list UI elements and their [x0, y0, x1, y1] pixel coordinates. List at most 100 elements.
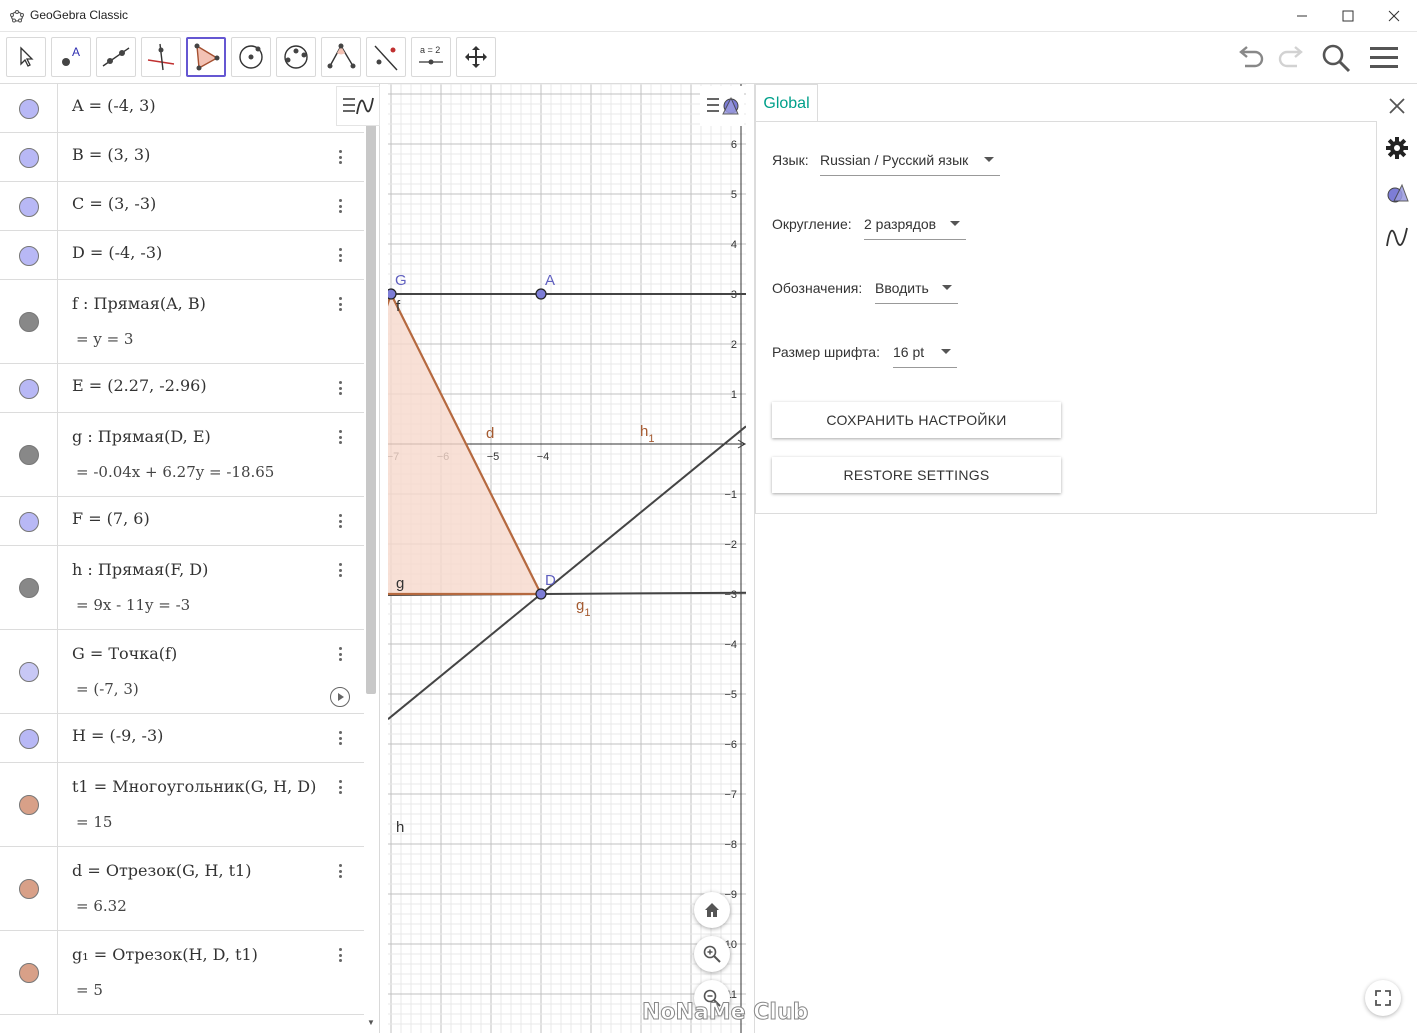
slider-tool[interactable]: a = 2	[411, 37, 451, 77]
language-select[interactable]: Russian / Русский язык	[820, 144, 1000, 176]
visibility-toggle[interactable]	[19, 511, 39, 532]
algebra-row-g1[interactable]: g₁ = Отрезок(H, D, t1) = 5	[0, 931, 364, 1015]
point-tool[interactable]: A	[51, 37, 91, 77]
menu-button[interactable]	[1366, 40, 1402, 76]
close-button[interactable]	[1371, 0, 1417, 32]
save-settings-button[interactable]: СОХРАНИТЬ НАСТРОЙКИ	[772, 402, 1061, 438]
algebra-definition[interactable]: D = (-4, -3)	[72, 243, 162, 262]
algebra-row-h[interactable]: h : Прямая(F, D) = 9x - 11y = -3	[0, 546, 364, 630]
maximize-button[interactable]	[1325, 0, 1371, 32]
visibility-toggle[interactable]	[19, 378, 39, 399]
algebra-row-F[interactable]: F = (7, 6)	[0, 497, 364, 546]
algebra-row-G[interactable]: G = Точка(f) = (-7, 3)	[0, 630, 364, 714]
more-options-icon[interactable]	[333, 644, 347, 664]
visibility-toggle[interactable]	[19, 728, 39, 749]
visibility-toggle[interactable]	[19, 196, 39, 217]
ellipse-tool[interactable]	[276, 37, 316, 77]
undo-button[interactable]	[1234, 40, 1270, 76]
polygon-tool[interactable]	[186, 37, 226, 77]
move-graphics-tool[interactable]	[456, 37, 496, 77]
fullscreen-button[interactable]	[1365, 980, 1401, 1016]
labeling-select[interactable]: Вводить	[875, 272, 958, 304]
algebra-row-C[interactable]: C = (3, -3)	[0, 182, 364, 231]
more-options-icon[interactable]	[333, 245, 347, 265]
rounding-select[interactable]: 2 разрядов	[864, 208, 966, 240]
visibility-toggle[interactable]	[19, 578, 39, 598]
move-tool[interactable]	[6, 37, 46, 77]
more-options-icon[interactable]	[333, 728, 347, 748]
reflect-tool[interactable]	[366, 37, 406, 77]
visibility-toggle[interactable]	[19, 445, 39, 465]
circle-tool[interactable]	[231, 37, 271, 77]
more-options-icon[interactable]	[333, 777, 347, 797]
algebra-definition[interactable]: g : Прямая(D, E)	[72, 427, 211, 446]
algebra-scrollbar[interactable]	[366, 124, 376, 694]
algebra-definition[interactable]: d = Отрезок(G, H, t1)	[72, 861, 251, 880]
algebra-definition[interactable]: h : Прямая(F, D)	[72, 560, 208, 579]
angle-tool[interactable]	[321, 37, 361, 77]
visibility-toggle[interactable]	[19, 147, 39, 168]
play-animation-icon[interactable]	[330, 687, 350, 707]
scroll-down-icon[interactable]: ▼	[367, 1018, 375, 1027]
visibility-toggle[interactable]	[19, 795, 39, 815]
graphics-view[interactable]: −10−9−8−7−6−5−4654321−1−2−3−4−5−6−7−8−91…	[388, 84, 746, 1033]
visibility-toggle[interactable]	[19, 312, 39, 332]
algebra-row-d[interactable]: d = Отрезок(G, H, t1) = 6.32	[0, 847, 364, 931]
algebra-definition[interactable]: G = Точка(f)	[72, 644, 177, 663]
more-options-icon[interactable]	[333, 861, 347, 881]
algebra-row-D[interactable]: D = (-4, -3)	[0, 231, 364, 280]
more-options-icon[interactable]	[333, 378, 347, 398]
visibility-toggle[interactable]	[19, 98, 39, 119]
more-options-icon[interactable]	[333, 294, 347, 314]
chevron-down-icon	[941, 349, 951, 354]
algebra-definition[interactable]: C = (3, -3)	[72, 194, 156, 213]
algebra-row-B[interactable]: B = (3, 3)	[0, 133, 364, 182]
more-options-icon[interactable]	[333, 427, 347, 447]
algebra-definition[interactable]: f : Прямая(A, B)	[72, 294, 206, 313]
algebra-row-g[interactable]: g : Прямая(D, E) = -0.04x + 6.27y = -18.6…	[0, 413, 364, 497]
algebra-row-t1[interactable]: t1 = Многоугольник(G, H, D) = 15	[0, 763, 364, 847]
algebra-definition[interactable]: g₁ = Отрезок(H, D, t1)	[72, 945, 258, 964]
algebra-row-f[interactable]: f : Прямая(A, B) = y = 3	[0, 280, 364, 364]
algebra-settings-button[interactable]	[1385, 224, 1409, 248]
labeling-label: Обозначения:	[772, 280, 863, 296]
more-options-icon[interactable]	[333, 511, 347, 531]
algebra-definition[interactable]: t1 = Многоугольник(G, H, D)	[72, 777, 316, 796]
algebra-row-H[interactable]: H = (-9, -3)	[0, 714, 364, 763]
line-icon	[102, 47, 130, 67]
global-settings-button[interactable]	[1385, 136, 1409, 160]
zoom-in-button[interactable]	[694, 936, 730, 972]
visibility-toggle[interactable]	[19, 662, 39, 682]
algebra-definition[interactable]: H = (-9, -3)	[72, 726, 163, 745]
visibility-toggle[interactable]	[19, 879, 39, 899]
close-settings-button[interactable]	[1385, 94, 1409, 118]
algebra-definition[interactable]: B = (3, 3)	[72, 145, 150, 164]
visibility-toggle[interactable]	[19, 245, 39, 266]
graphics-canvas[interactable]: −10−9−8−7−6−5−4654321−1−2−3−4−5−6−7−8−91…	[388, 84, 746, 1033]
more-options-icon[interactable]	[333, 196, 347, 216]
algebra-definition[interactable]: E = (2.27, -2.96)	[72, 376, 207, 395]
home-button[interactable]	[694, 892, 730, 928]
graphics-settings-button[interactable]	[1385, 181, 1409, 205]
fontsize-select[interactable]: 16 pt	[893, 336, 957, 368]
algebra-definition[interactable]: F = (7, 6)	[72, 509, 150, 528]
more-options-icon[interactable]	[333, 560, 347, 580]
restore-settings-button[interactable]: RESTORE SETTINGS	[772, 457, 1061, 493]
minimize-button[interactable]	[1279, 0, 1325, 32]
undo-icon	[1239, 46, 1264, 68]
algebra-definition[interactable]: A = (-4, 3)	[72, 96, 156, 115]
more-options-icon[interactable]	[333, 945, 347, 965]
perpendicular-line-tool[interactable]	[141, 37, 181, 77]
visibility-toggle[interactable]	[19, 963, 39, 983]
graphics-style-button[interactable]	[700, 86, 744, 126]
redo-button[interactable]	[1272, 40, 1308, 76]
search-button[interactable]	[1318, 40, 1354, 76]
algebra-value: = 15	[76, 813, 113, 831]
algebra-style-button[interactable]	[336, 86, 380, 126]
more-options-icon[interactable]	[333, 147, 347, 167]
algebra-row-A[interactable]: A = (-4, 3)	[0, 84, 364, 133]
algebra-row-E[interactable]: E = (2.27, -2.96)	[0, 364, 364, 413]
line-tool[interactable]	[96, 37, 136, 77]
line-label-g: g	[396, 575, 404, 592]
tab-global[interactable]: Global	[755, 84, 818, 122]
